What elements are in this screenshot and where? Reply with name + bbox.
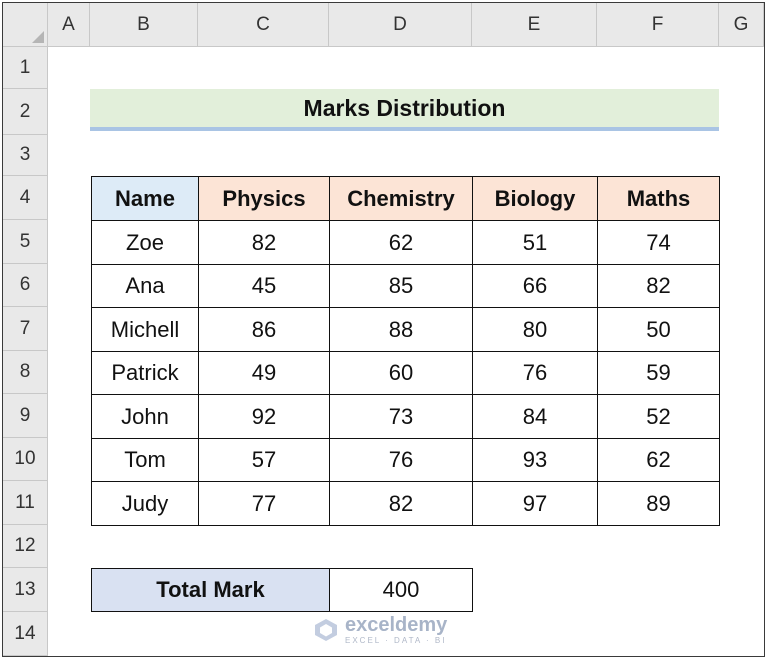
mark-cell[interactable]: 49 — [198, 351, 330, 395]
mark-cell[interactable]: 66 — [472, 264, 598, 308]
student-name-cell[interactable]: Ana — [91, 264, 199, 308]
table-header-0[interactable]: Name — [91, 176, 199, 221]
row-header-6[interactable]: 6 — [3, 264, 48, 307]
mark-cell[interactable]: 59 — [597, 351, 720, 395]
mark-cell[interactable]: 77 — [198, 481, 330, 526]
mark-cell[interactable]: 93 — [472, 438, 598, 482]
mark-cell[interactable]: 76 — [329, 438, 473, 482]
row-header-9[interactable]: 9 — [3, 394, 48, 438]
row-header-5[interactable]: 5 — [3, 220, 48, 264]
mark-cell[interactable]: 62 — [597, 438, 720, 482]
column-header-g[interactable]: G — [719, 3, 764, 47]
mark-cell[interactable]: 82 — [329, 481, 473, 526]
select-all-corner[interactable] — [3, 3, 48, 47]
sheet-title[interactable]: Marks Distribution — [90, 89, 719, 131]
watermark-tagline: EXCEL · DATA · BI — [345, 636, 447, 645]
student-name-cell[interactable]: Zoe — [91, 220, 199, 265]
mark-cell[interactable]: 84 — [472, 394, 598, 439]
row-header-11[interactable]: 11 — [3, 481, 48, 525]
row-header-8[interactable]: 8 — [3, 351, 48, 394]
mark-cell[interactable]: 86 — [198, 307, 330, 352]
student-name-cell[interactable]: Patrick — [91, 351, 199, 395]
mark-cell[interactable]: 57 — [198, 438, 330, 482]
mark-cell[interactable]: 50 — [597, 307, 720, 352]
mark-cell[interactable]: 88 — [329, 307, 473, 352]
mark-cell[interactable]: 60 — [329, 351, 473, 395]
student-name-cell[interactable]: Michell — [91, 307, 199, 352]
student-name-cell[interactable]: Judy — [91, 481, 199, 526]
mark-cell[interactable]: 74 — [597, 220, 720, 265]
watermark-name: exceldemy — [345, 614, 448, 636]
row-header-10[interactable]: 10 — [3, 438, 48, 481]
mark-cell[interactable]: 76 — [472, 351, 598, 395]
mark-cell[interactable]: 45 — [198, 264, 330, 308]
row-header-13[interactable]: 13 — [3, 568, 48, 612]
total-mark-label[interactable]: Total Mark — [91, 568, 330, 612]
exceldemy-logo-icon — [313, 617, 339, 643]
mark-cell[interactable]: 52 — [597, 394, 720, 439]
spreadsheet-grid: A B C D E F G 1 2 3 4 5 6 7 8 9 10 11 12… — [2, 2, 765, 657]
mark-cell[interactable]: 89 — [597, 481, 720, 526]
student-name-cell[interactable]: John — [91, 394, 199, 439]
mark-cell[interactable]: 80 — [472, 307, 598, 352]
row-header-2[interactable]: 2 — [3, 89, 48, 135]
mark-cell[interactable]: 73 — [329, 394, 473, 439]
row-header-14[interactable]: 14 — [3, 612, 48, 656]
table-header-3[interactable]: Biology — [472, 176, 598, 221]
total-mark-value[interactable]: 400 — [329, 568, 473, 612]
table-header-4[interactable]: Maths — [597, 176, 720, 221]
column-header-a[interactable]: A — [48, 3, 90, 47]
row-header-12[interactable]: 12 — [3, 525, 48, 568]
column-header-c[interactable]: C — [198, 3, 329, 47]
mark-cell[interactable]: 82 — [198, 220, 330, 265]
select-all-triangle-icon — [32, 31, 44, 43]
mark-cell[interactable]: 82 — [597, 264, 720, 308]
column-header-f[interactable]: F — [597, 3, 719, 47]
student-name-cell[interactable]: Tom — [91, 438, 199, 482]
column-header-d[interactable]: D — [329, 3, 472, 47]
row-header-7[interactable]: 7 — [3, 307, 48, 351]
column-header-b[interactable]: B — [90, 3, 198, 47]
mark-cell[interactable]: 92 — [198, 394, 330, 439]
table-header-1[interactable]: Physics — [198, 176, 330, 221]
row-header-1[interactable]: 1 — [3, 47, 48, 89]
mark-cell[interactable]: 62 — [329, 220, 473, 265]
exceldemy-watermark: exceldemy EXCEL · DATA · BI — [313, 613, 473, 647]
mark-cell[interactable]: 85 — [329, 264, 473, 308]
row-header-3[interactable]: 3 — [3, 135, 48, 176]
column-header-e[interactable]: E — [472, 3, 597, 47]
table-header-2[interactable]: Chemistry — [329, 176, 473, 221]
row-header-4[interactable]: 4 — [3, 176, 48, 220]
mark-cell[interactable]: 51 — [472, 220, 598, 265]
mark-cell[interactable]: 97 — [472, 481, 598, 526]
